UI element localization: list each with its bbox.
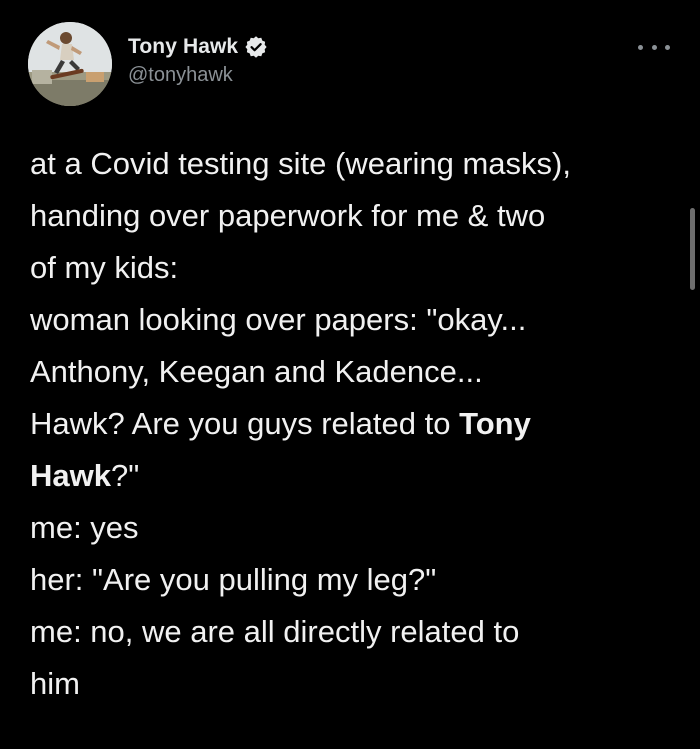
scrollbar-thumb[interactable] <box>690 208 695 290</box>
tweet-line: handing over paperwork for me & two <box>30 198 546 233</box>
author-name-row: Tony Hawk <box>128 34 267 60</box>
more-dot <box>638 44 643 50</box>
author-avatar[interactable] <box>28 22 112 106</box>
mention-bold: Hawk <box>30 458 111 493</box>
tweet-line: me: no, we are all directly related to <box>30 614 520 649</box>
tweet-line: me: yes <box>30 510 139 545</box>
tweet-line: of my kids: <box>30 250 179 285</box>
author-display-name[interactable]: Tony Hawk <box>128 35 238 59</box>
skateboarder-photo-icon <box>28 22 112 106</box>
tweet-line: him <box>30 666 80 701</box>
tweet-line: Hawk?" <box>30 458 140 493</box>
tweet-text: at a Covid testing site (wearing masks),… <box>30 138 670 710</box>
mention-bold: Tony <box>459 406 531 441</box>
verified-badge-icon <box>245 36 267 58</box>
tweet-line: Anthony, Keegan and Kadence... <box>30 354 483 389</box>
author-handle[interactable]: @tonyhawk <box>128 64 267 87</box>
tweet-line: Hawk? Are you guys related to Tony <box>30 406 531 441</box>
author-info: Tony Hawk @tonyhawk <box>128 34 267 87</box>
tweet-card: Tony Hawk @tonyhawk at a Covid testing s… <box>0 0 700 749</box>
more-dot <box>651 44 657 50</box>
tweet-line: woman looking over papers: "okay... <box>30 302 527 337</box>
tweet-line: at a Covid testing site (wearing masks), <box>30 146 571 181</box>
tweet-line: her: "Are you pulling my leg?" <box>30 562 437 597</box>
more-dot <box>665 44 670 50</box>
more-options-icon[interactable] <box>638 40 670 54</box>
